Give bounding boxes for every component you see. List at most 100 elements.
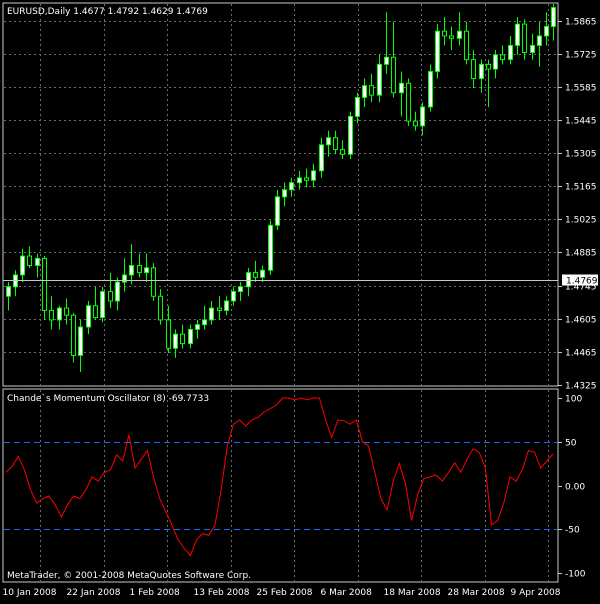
time-tick-label: 10 Jan 2008	[3, 588, 57, 598]
bullish-candle	[544, 25, 549, 37]
chart-canvas[interactable]: 1.5865 1.5725 1.5585 1.5445 1.5305 1.5165 1.50…	[0, 0, 600, 600]
time-tick-label: 9 Apr 2008	[511, 588, 561, 598]
oscillator-tick-label: -50	[565, 526, 580, 536]
bullish-candle	[129, 264, 134, 276]
bearish-candle	[180, 333, 185, 345]
bullish-candle	[377, 63, 382, 96]
bearish-candle	[27, 255, 32, 266]
bearish-candle	[522, 23, 527, 54]
time-tick-label: 18 Mar 2008	[384, 588, 441, 598]
bearish-candle	[449, 35, 454, 39]
bearish-candle	[340, 149, 345, 155]
time-tick-label: 25 Feb 2008	[257, 588, 313, 598]
price-tick-label: 1.4885	[565, 249, 597, 259]
bearish-candle	[151, 267, 156, 297]
bullish-candle	[231, 291, 236, 302]
bearish-candle	[253, 272, 258, 278]
bearish-candle	[464, 30, 469, 61]
price-tick-label: 1.5865	[565, 18, 597, 28]
chart-background	[0, 0, 600, 600]
bullish-candle	[399, 82, 404, 94]
price-tick-label: 1.4325	[565, 382, 597, 392]
bullish-candle	[289, 182, 294, 191]
bullish-candle	[57, 307, 62, 321]
bullish-candle	[238, 286, 243, 293]
bullish-candle	[348, 115, 353, 155]
main-panel-header: EURUSD,Daily 1.4677 1.4792 1.4629 1.4769	[7, 7, 208, 17]
bearish-candle	[42, 257, 47, 311]
bullish-candle	[428, 70, 433, 108]
bearish-candle	[304, 177, 309, 181]
bearish-candle	[442, 30, 447, 37]
bullish-candle	[100, 291, 105, 319]
bullish-candle	[508, 44, 513, 61]
bullish-candle	[297, 177, 302, 184]
bearish-candle	[166, 319, 171, 349]
bullish-candle	[195, 324, 200, 330]
bearish-candle	[500, 54, 505, 61]
price-tick-label: 1.5725	[565, 51, 597, 61]
bearish-candle	[486, 63, 491, 70]
price-tick-label: 1.5585	[565, 84, 597, 94]
bearish-candle	[217, 307, 222, 311]
bullish-candle	[537, 35, 542, 46]
oscillator-tick-label: 0.00	[565, 483, 585, 493]
bullish-candle	[224, 300, 229, 311]
bullish-candle	[260, 269, 265, 278]
bullish-candle	[457, 30, 462, 39]
bearish-candle	[49, 309, 54, 321]
copyright-text: MetaTrader, © 2001-2008 MetaQuotes Softw…	[7, 571, 251, 581]
price-tick-label: 1.4465	[565, 349, 597, 359]
time-tick-label: 13 Feb 2008	[194, 588, 250, 598]
bullish-candle	[530, 44, 535, 54]
time-tick-label: 6 Mar 2008	[321, 588, 373, 598]
bullish-candle	[268, 224, 273, 271]
bearish-candle	[406, 82, 411, 122]
bullish-candle	[493, 54, 498, 70]
bearish-candle	[391, 56, 396, 94]
bullish-candle	[173, 333, 178, 349]
bullish-candle	[35, 257, 40, 266]
bullish-candle	[319, 144, 324, 172]
time-axis: 10 Jan 2008 22 Jan 2008 1 Feb 2008 13 Feb 2…	[3, 588, 561, 598]
bullish-candle	[326, 137, 331, 146]
bullish-candle	[362, 85, 367, 98]
bearish-candle	[369, 85, 374, 96]
current-price-label: 1.4769	[566, 277, 598, 287]
bearish-candle	[108, 291, 113, 302]
bullish-candle	[202, 319, 207, 326]
time-tick-label: 1 Feb 2008	[130, 588, 181, 598]
price-tick-label: 1.5445	[565, 117, 597, 127]
bearish-candle	[64, 307, 69, 316]
bullish-candle	[479, 63, 484, 80]
oscillator-tick-label: 100	[565, 395, 582, 405]
bullish-candle	[6, 286, 11, 297]
bullish-candle	[384, 56, 389, 65]
indicator-panel-header: Chande`s Momentum Oscillator (8) -69.773…	[7, 393, 209, 404]
oscillator-tick-label: -100	[565, 570, 586, 580]
price-tick-label: 1.4605	[565, 316, 597, 326]
bearish-candle	[471, 59, 476, 80]
bullish-candle	[282, 189, 287, 198]
time-tick-label: 22 Jan 2008	[67, 588, 121, 598]
bullish-candle	[420, 106, 425, 127]
price-tick-label: 1.5305	[565, 150, 597, 160]
bullish-candle	[435, 30, 440, 72]
bullish-candle	[78, 326, 83, 356]
bearish-candle	[71, 314, 76, 356]
bearish-candle	[413, 120, 418, 127]
bullish-candle	[246, 272, 251, 288]
oscillator-tick-label: 50	[565, 439, 577, 449]
bullish-candle	[144, 267, 149, 274]
chart-window[interactable]: 1.5865 1.5725 1.5585 1.5445 1.5305 1.5165 1.50…	[0, 0, 600, 600]
bullish-candle	[209, 307, 214, 321]
time-tick-label: 28 Mar 2008	[448, 588, 505, 598]
bullish-candle	[515, 23, 520, 46]
bullish-candle	[355, 96, 360, 117]
bullish-candle	[20, 255, 25, 276]
bullish-candle	[115, 281, 120, 302]
bearish-candle	[333, 137, 338, 151]
bearish-candle	[158, 295, 163, 321]
bullish-candle	[551, 7, 556, 27]
bullish-candle	[275, 196, 280, 226]
